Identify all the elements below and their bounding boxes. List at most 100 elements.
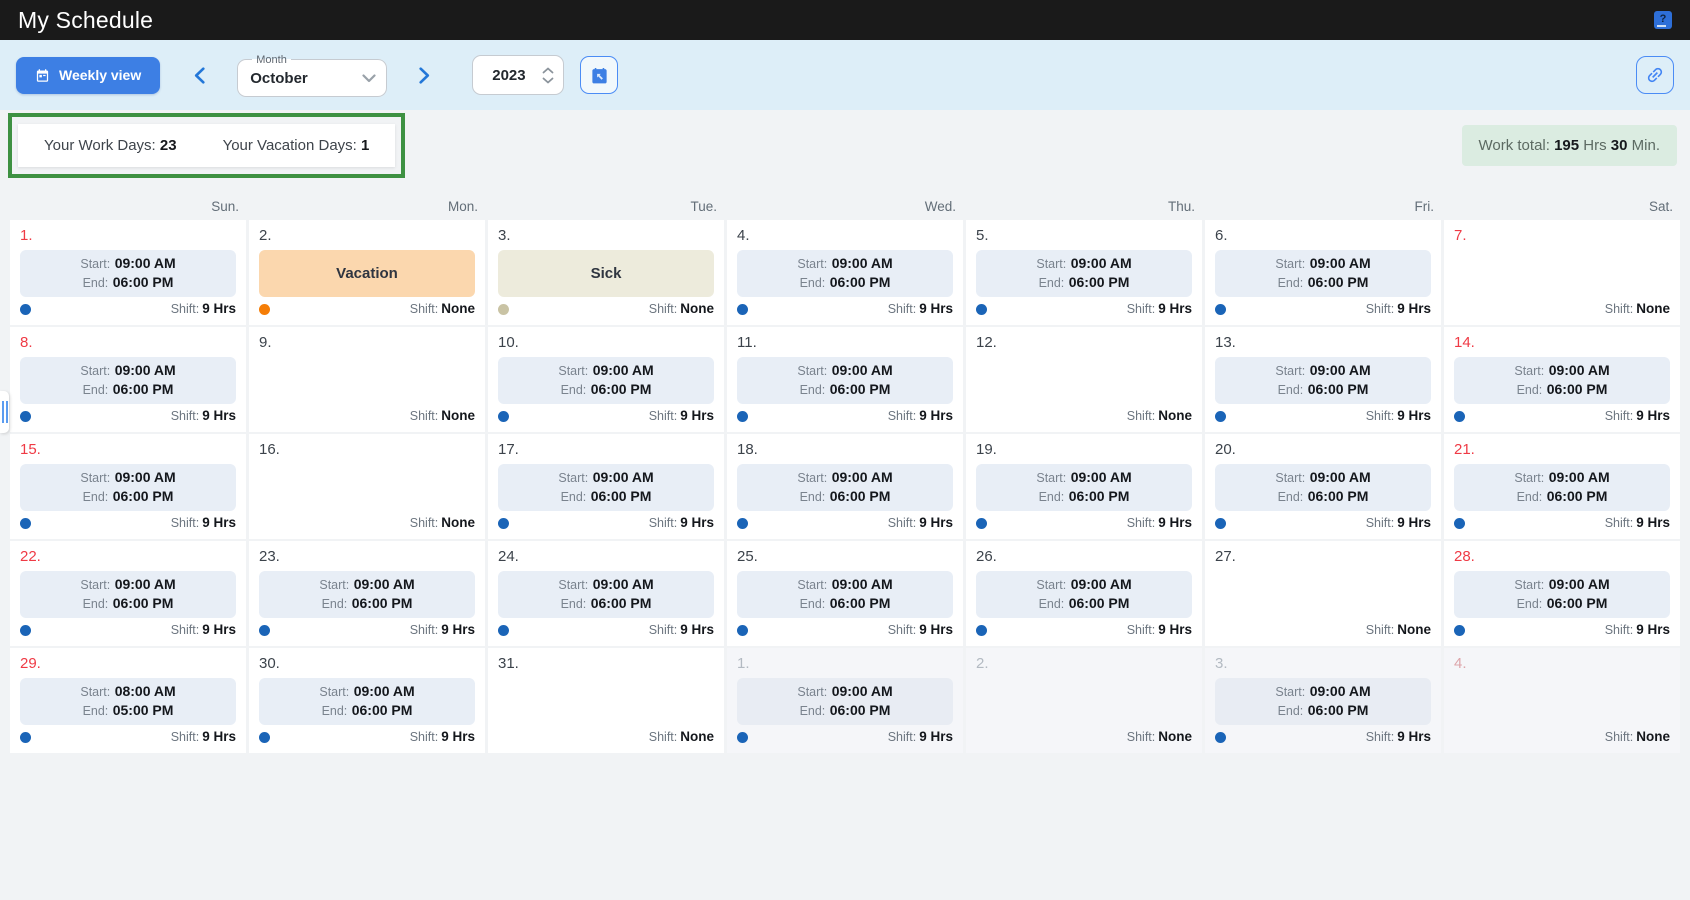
shift-time-block[interactable]: Start: 09:00 AMEnd: 06:00 PM: [259, 678, 475, 725]
next-month-button[interactable]: [411, 61, 438, 90]
start-label: Start:: [1514, 471, 1544, 485]
day-cell[interactable]: 21.Start: 09:00 AMEnd: 06:00 PMShift:9 H…: [1444, 434, 1680, 539]
shift-time-block[interactable]: Start: 09:00 AMEnd: 06:00 PM: [1215, 464, 1431, 511]
day-cell[interactable]: 12.Shift:None: [966, 327, 1202, 432]
shift-time-block[interactable]: Start: 09:00 AMEnd: 06:00 PM: [976, 571, 1192, 618]
end-time-row: End: 06:00 PM: [561, 381, 652, 399]
shift-time-block[interactable]: Start: 09:00 AMEnd: 06:00 PM: [498, 464, 714, 511]
shift-time-block[interactable]: Start: 09:00 AMEnd: 06:00 PM: [737, 250, 953, 297]
shift-time-block[interactable]: Start: 08:00 AMEnd: 05:00 PM: [20, 678, 236, 725]
day-cell[interactable]: 31.Shift:None: [488, 648, 724, 753]
day-cell[interactable]: 23.Start: 09:00 AMEnd: 06:00 PMShift:9 H…: [249, 541, 485, 646]
shift-time-block[interactable]: Start: 09:00 AMEnd: 06:00 PM: [1215, 250, 1431, 297]
sick-block[interactable]: Sick: [498, 250, 714, 297]
shift-time-block[interactable]: Start: 09:00 AMEnd: 06:00 PM: [976, 250, 1192, 297]
shift-value: 9 Hrs: [1158, 515, 1192, 530]
shift-summary: Shift:9 Hrs: [649, 514, 714, 532]
previous-month-button[interactable]: [186, 61, 213, 90]
day-cell[interactable]: 15.Start: 09:00 AMEnd: 06:00 PMShift:9 H…: [10, 434, 246, 539]
month-select[interactable]: Month October: [237, 54, 387, 97]
end-label: End:: [83, 597, 109, 611]
side-drawer-handle[interactable]: [0, 391, 9, 433]
shift-label: Shift:: [1605, 623, 1634, 637]
cell-footer: Shift:None: [1454, 726, 1670, 748]
shift-time-block[interactable]: Start: 09:00 AMEnd: 06:00 PM: [1215, 678, 1431, 725]
day-cell[interactable]: 10.Start: 09:00 AMEnd: 06:00 PMShift:9 H…: [488, 327, 724, 432]
end-time-row: End: 06:00 PM: [83, 274, 174, 292]
end-label: End:: [1039, 597, 1065, 611]
end-time-value: 06:00 PM: [1308, 702, 1369, 718]
day-cell[interactable]: 6.Start: 09:00 AMEnd: 06:00 PMShift:9 Hr…: [1205, 220, 1441, 325]
day-cell[interactable]: 4.Start: 09:00 AMEnd: 06:00 PMShift:9 Hr…: [727, 220, 963, 325]
day-cell[interactable]: 29.Start: 08:00 AMEnd: 05:00 PMShift:9 H…: [10, 648, 246, 753]
shift-time-block[interactable]: Start: 09:00 AMEnd: 06:00 PM: [259, 571, 475, 618]
day-cell[interactable]: 8.Start: 09:00 AMEnd: 06:00 PMShift:9 Hr…: [10, 327, 246, 432]
spinner-arrows-icon[interactable]: [542, 67, 554, 84]
toolbar: Weekly view Month October 2023: [0, 40, 1690, 110]
day-cell[interactable]: 20.Start: 09:00 AMEnd: 06:00 PMShift:9 H…: [1205, 434, 1441, 539]
day-cell[interactable]: 11.Start: 09:00 AMEnd: 06:00 PMShift:9 H…: [727, 327, 963, 432]
shift-time-block[interactable]: Start: 09:00 AMEnd: 06:00 PM: [1454, 464, 1670, 511]
year-spinner[interactable]: 2023: [472, 55, 564, 95]
day-cell[interactable]: 24.Start: 09:00 AMEnd: 06:00 PMShift:9 H…: [488, 541, 724, 646]
shift-time-block[interactable]: Start: 09:00 AMEnd: 06:00 PM: [1454, 357, 1670, 404]
shift-status-dot: [1215, 518, 1226, 529]
day-cell[interactable]: 17.Start: 09:00 AMEnd: 06:00 PMShift:9 H…: [488, 434, 724, 539]
shift-time-block[interactable]: Start: 09:00 AMEnd: 06:00 PM: [20, 464, 236, 511]
cell-footer: Shift:9 Hrs: [1215, 512, 1431, 534]
shift-time-block[interactable]: Start: 09:00 AMEnd: 06:00 PM: [737, 678, 953, 725]
day-cell[interactable]: 14.Start: 09:00 AMEnd: 06:00 PMShift:9 H…: [1444, 327, 1680, 432]
start-time-row: Start: 09:00 AM: [797, 576, 892, 594]
work-total-label: Work total:: [1479, 137, 1550, 154]
day-cell[interactable]: 27.Shift:None: [1205, 541, 1441, 646]
day-cell[interactable]: 1.Start: 09:00 AMEnd: 06:00 PMShift:9 Hr…: [10, 220, 246, 325]
day-cell[interactable]: 30.Start: 09:00 AMEnd: 06:00 PMShift:9 H…: [249, 648, 485, 753]
end-time-row: End: 06:00 PM: [83, 488, 174, 506]
shift-time-block[interactable]: Start: 09:00 AMEnd: 06:00 PM: [737, 571, 953, 618]
day-cell[interactable]: 19.Start: 09:00 AMEnd: 06:00 PMShift:9 H…: [966, 434, 1202, 539]
day-cell[interactable]: 3.Start: 09:00 AMEnd: 06:00 PMShift:9 Hr…: [1205, 648, 1441, 753]
shift-status-dot: [737, 518, 748, 529]
start-time-value: 09:00 AM: [1310, 255, 1371, 271]
day-cell[interactable]: 25.Start: 09:00 AMEnd: 06:00 PMShift:9 H…: [727, 541, 963, 646]
day-cell[interactable]: 2.VacationShift:None: [249, 220, 485, 325]
shift-time-block[interactable]: Start: 09:00 AMEnd: 06:00 PM: [20, 357, 236, 404]
day-cell[interactable]: 18.Start: 09:00 AMEnd: 06:00 PMShift:9 H…: [727, 434, 963, 539]
shift-status-dot: [1215, 304, 1226, 315]
copy-link-button[interactable]: [1636, 56, 1674, 94]
shift-time-block[interactable]: Start: 09:00 AMEnd: 06:00 PM: [1215, 357, 1431, 404]
end-time-value: 05:00 PM: [113, 702, 174, 718]
start-label: Start:: [797, 578, 827, 592]
shift-value: 9 Hrs: [202, 515, 236, 530]
start-time-value: 09:00 AM: [1071, 576, 1132, 592]
month-select-label: Month: [252, 54, 291, 66]
day-cell[interactable]: 26.Start: 09:00 AMEnd: 06:00 PMShift:9 H…: [966, 541, 1202, 646]
weekly-view-button[interactable]: Weekly view: [16, 57, 160, 94]
day-cell[interactable]: 3.SickShift:None: [488, 220, 724, 325]
empty-block: [976, 678, 1192, 725]
shift-time-block[interactable]: Start: 09:00 AMEnd: 06:00 PM: [498, 357, 714, 404]
shift-time-block[interactable]: Start: 09:00 AMEnd: 06:00 PM: [498, 571, 714, 618]
vacation-block[interactable]: Vacation: [259, 250, 475, 297]
shift-time-block[interactable]: Start: 09:00 AMEnd: 06:00 PM: [737, 464, 953, 511]
day-cell[interactable]: 22.Start: 09:00 AMEnd: 06:00 PMShift:9 H…: [10, 541, 246, 646]
shift-time-block[interactable]: Start: 09:00 AMEnd: 06:00 PM: [20, 250, 236, 297]
help-icon[interactable]: ?: [1654, 11, 1672, 29]
day-cell[interactable]: 9.Shift:None: [249, 327, 485, 432]
day-cell[interactable]: 16.Shift:None: [249, 434, 485, 539]
shift-time-block[interactable]: Start: 09:00 AMEnd: 06:00 PM: [1454, 571, 1670, 618]
shift-time-block[interactable]: Start: 09:00 AMEnd: 06:00 PM: [737, 357, 953, 404]
shift-time-block[interactable]: Start: 09:00 AMEnd: 06:00 PM: [976, 464, 1192, 511]
day-cell[interactable]: 5.Start: 09:00 AMEnd: 06:00 PMShift:9 Hr…: [966, 220, 1202, 325]
day-cell[interactable]: 2.Shift:None: [966, 648, 1202, 753]
day-cell[interactable]: 13.Start: 09:00 AMEnd: 06:00 PMShift:9 H…: [1205, 327, 1441, 432]
day-cell[interactable]: 28.Start: 09:00 AMEnd: 06:00 PMShift:9 H…: [1444, 541, 1680, 646]
day-cell[interactable]: 1.Start: 09:00 AMEnd: 06:00 PMShift:9 Hr…: [727, 648, 963, 753]
shift-summary: Shift:None: [1605, 300, 1670, 318]
day-cell[interactable]: 7.Shift:None: [1444, 220, 1680, 325]
day-cell[interactable]: 4.Shift:None: [1444, 648, 1680, 753]
jump-to-current-month-button[interactable]: [580, 56, 618, 94]
end-label: End:: [800, 383, 826, 397]
shift-time-block[interactable]: Start: 09:00 AMEnd: 06:00 PM: [20, 571, 236, 618]
chevron-left-icon: [194, 67, 205, 84]
